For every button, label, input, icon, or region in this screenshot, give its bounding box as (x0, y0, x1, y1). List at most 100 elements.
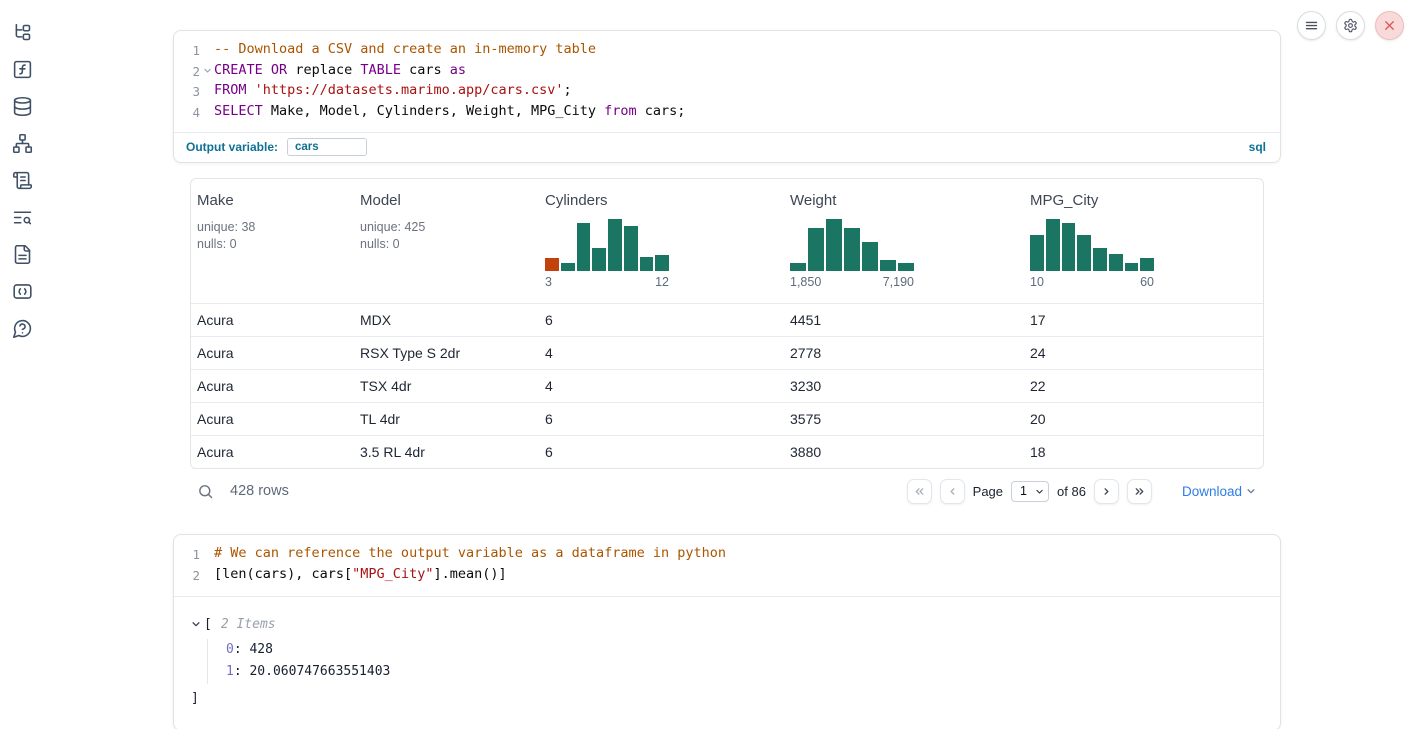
histogram-bar (608, 219, 622, 271)
column-name: Make (197, 192, 348, 209)
line-number: 1 (174, 544, 200, 565)
chevron-down-icon (1035, 487, 1044, 496)
column-header-mpg_city[interactable]: MPG_City1060 (1024, 179, 1263, 303)
histogram-bar (826, 219, 842, 271)
table-cell: 3.5 RL 4dr (354, 444, 539, 460)
code-text: CREATE OR replace TABLE cars as (214, 61, 466, 82)
snippets-icon[interactable] (11, 280, 33, 302)
histogram-bar (880, 260, 896, 271)
gutter-spacer (200, 565, 214, 586)
file-tree-icon[interactable] (11, 21, 33, 43)
column-name: Model (360, 192, 533, 209)
table-cell: 4451 (784, 312, 1024, 328)
column-header-weight[interactable]: Weight1,8507,190 (784, 179, 1024, 303)
line-number: 2 (174, 61, 200, 82)
table-cell: MDX (354, 312, 539, 328)
chevron-right-icon (1100, 485, 1113, 498)
previous-page-button[interactable] (940, 479, 965, 504)
shutdown-button[interactable] (1375, 11, 1404, 40)
download-button[interactable]: Download (1182, 484, 1256, 499)
axis-min-label: 10 (1030, 275, 1044, 289)
dataframe-table: Makeunique: 38nulls: 0 Model unique: 425nu… (190, 178, 1264, 469)
table-cell: TSX 4dr (354, 378, 539, 394)
tree-root: [ 2 Items (191, 617, 1280, 632)
tree-item-count: 2 Items (221, 617, 276, 632)
pagination: Page 1 of 86 Download (907, 479, 1264, 504)
mpg_city-histogram: 1060 (1030, 219, 1154, 289)
tree-open-bracket: [ (204, 617, 212, 632)
first-page-button[interactable] (907, 479, 932, 504)
code-line[interactable]: 2 CREATE OR replace TABLE cars as (174, 61, 1280, 82)
histogram-bar (790, 263, 806, 271)
scroll-icon[interactable] (11, 169, 33, 191)
document-icon[interactable] (11, 243, 33, 265)
table-cell: Acura (191, 312, 354, 328)
histogram-bar (545, 258, 559, 271)
histogram-bar (1093, 248, 1107, 271)
function-square-icon[interactable] (11, 58, 33, 80)
window-controls (1297, 11, 1404, 40)
line-number: 4 (174, 102, 200, 123)
code-line[interactable]: 2 [len(cars), cars["MPG_City"].mean()] (174, 565, 1280, 586)
close-icon (1382, 18, 1397, 33)
table-cell: Acura (191, 345, 354, 361)
settings-button[interactable] (1336, 11, 1365, 40)
table-row: AcuraRSX Type S 2dr4277824 (191, 336, 1263, 369)
last-page-button[interactable] (1127, 479, 1152, 504)
histogram-bar (1125, 263, 1139, 271)
python-output: [ 2 Items 0: 4281: 20.060747663551403 ] (174, 596, 1280, 729)
fold-toggle-icon[interactable] (200, 61, 214, 82)
help-icon[interactable] (11, 317, 33, 339)
tree-entry: 0: 428 (226, 639, 1280, 662)
line-number: 2 (174, 565, 200, 586)
database-icon[interactable] (11, 95, 33, 117)
gutter-spacer (200, 40, 214, 61)
axis-max-label: 7,190 (883, 275, 914, 289)
search-icon[interactable] (197, 483, 214, 500)
histogram-bar (1140, 258, 1154, 271)
histogram-bar (1062, 223, 1076, 271)
tree-entries: 0: 4281: 20.060747663551403 (207, 639, 1280, 684)
log-search-icon[interactable] (11, 206, 33, 228)
histogram-bar (898, 263, 914, 271)
table-body: AcuraMDX6445117AcuraRSX Type S 2dr427782… (191, 303, 1263, 468)
column-header-cylinders[interactable]: Cylinders312 (539, 179, 784, 303)
histogram-axis: 312 (545, 275, 669, 289)
code-text: [len(cars), cars["MPG_City"].mean()] (214, 565, 507, 586)
output-variable-label: Output variable: (186, 140, 278, 154)
column-header-model[interactable]: Model unique: 425nulls: 0 (354, 179, 539, 303)
histogram-axis: 1060 (1030, 275, 1154, 289)
table-cell: Acura (191, 378, 354, 394)
column-stats: unique: 425nulls: 0 (360, 219, 533, 253)
code-line[interactable]: 3FROM 'https://datasets.marimo.app/cars.… (174, 81, 1280, 102)
histogram-bar (862, 242, 878, 271)
output-variable-input[interactable] (287, 138, 367, 156)
chevron-down-icon (1246, 486, 1256, 496)
histogram-bar (1077, 235, 1091, 271)
page-select-value: 1 (1020, 484, 1027, 498)
weight-histogram: 1,8507,190 (790, 219, 914, 289)
histogram-bar (592, 248, 606, 271)
column-header-make[interactable]: Makeunique: 38nulls: 0 (191, 179, 354, 303)
histogram-bars (1030, 219, 1154, 271)
code-line[interactable]: 1# We can reference the output variable … (174, 544, 1280, 565)
axis-min-label: 3 (545, 275, 552, 289)
histogram-bar (1109, 254, 1123, 271)
page-select[interactable]: 1 (1011, 481, 1049, 502)
code-line[interactable]: 1-- Download a CSV and create an in-memo… (174, 40, 1280, 61)
sql-code-editor[interactable]: 1-- Download a CSV and create an in-memo… (174, 31, 1280, 132)
histogram-bar (577, 223, 591, 271)
histogram-bar (561, 263, 575, 271)
language-badge: sql (1249, 140, 1266, 154)
dependency-graph-icon[interactable] (11, 132, 33, 154)
python-code-editor[interactable]: 1# We can reference the output variable … (174, 535, 1280, 595)
next-page-button[interactable] (1094, 479, 1119, 504)
table-cell: 2778 (784, 345, 1024, 361)
menu-button[interactable] (1297, 11, 1326, 40)
tree-collapse-icon[interactable] (191, 619, 201, 629)
table-cell: RSX Type S 2dr (354, 345, 539, 361)
table-row: Acura3.5 RL 4dr6388018 (191, 435, 1263, 468)
tree-entry: 1: 20.060747663551403 (226, 661, 1280, 684)
code-line[interactable]: 4 SELECT Make, Model, Cylinders, Weight, … (174, 102, 1280, 123)
code-text: SELECT Make, Model, Cylinders, Weight, M… (214, 102, 685, 123)
